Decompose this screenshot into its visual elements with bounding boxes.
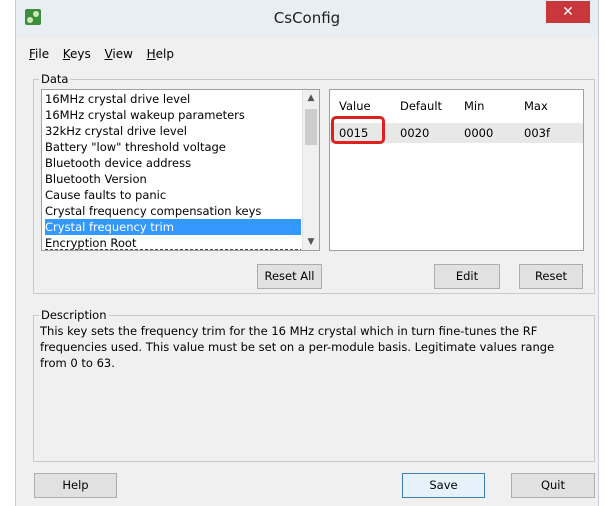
list-item-selected[interactable]: Crystal frequency trim <box>45 219 301 235</box>
list-item[interactable]: Battery "low" threshold voltage <box>45 139 301 155</box>
header-value: Value <box>339 99 371 113</box>
value-highlight-annotation <box>331 116 385 144</box>
scroll-thumb[interactable] <box>305 109 317 145</box>
cell-max: 003f <box>524 126 550 140</box>
header-min: Min <box>464 99 485 113</box>
title-bar[interactable]: CsConfig ✕ <box>16 0 598 38</box>
list-item[interactable]: 16MHz crystal drive level <box>45 91 301 107</box>
list-item[interactable]: Crystal frequency compensation keys <box>45 203 301 219</box>
cell-min: 0000 <box>464 126 494 140</box>
window-title: CsConfig <box>273 9 341 27</box>
description-group-label: Description <box>39 308 109 322</box>
key-list[interactable]: 16MHz crystal drive level 16MHz crystal … <box>41 89 320 251</box>
list-item-partial[interactable] <box>45 249 301 250</box>
list-item[interactable]: Cause faults to panic <box>45 187 301 203</box>
list-item[interactable]: 16MHz crystal wakeup parameters <box>45 107 301 123</box>
reset-all-button[interactable]: Reset All <box>257 264 322 289</box>
menu-bar: File Keys View Help <box>29 47 184 65</box>
cell-default: 0020 <box>400 126 430 140</box>
value-table: Value Default Min Max 0015 0020 0000 003… <box>329 89 584 251</box>
menu-view[interactable]: View <box>104 47 132 61</box>
scroll-up-icon[interactable]: ▲ <box>303 90 319 106</box>
close-button[interactable]: ✕ <box>546 1 590 23</box>
save-button[interactable]: Save <box>402 473 485 498</box>
list-item[interactable]: 32kHz crystal drive level <box>45 123 301 139</box>
reset-button[interactable]: Reset <box>519 264 583 289</box>
scroll-down-icon[interactable]: ▼ <box>303 234 319 250</box>
list-scrollbar[interactable]: ▲ ▼ <box>302 90 319 250</box>
quit-button[interactable]: Quit <box>511 473 595 498</box>
menu-keys[interactable]: Keys <box>63 47 91 61</box>
header-default: Default <box>400 99 443 113</box>
header-max: Max <box>524 99 548 113</box>
menu-help[interactable]: Help <box>147 47 174 61</box>
data-group-label: Data <box>39 72 71 86</box>
help-button[interactable]: Help <box>34 473 117 498</box>
value-table-header: Value Default Min Max <box>330 98 583 114</box>
edit-button[interactable]: Edit <box>434 264 500 289</box>
list-item[interactable]: Bluetooth device address <box>45 155 301 171</box>
description-text: This key sets the frequency trim for the… <box>40 324 555 370</box>
list-item[interactable]: Bluetooth Version <box>45 171 301 187</box>
menu-file[interactable]: File <box>29 47 49 61</box>
